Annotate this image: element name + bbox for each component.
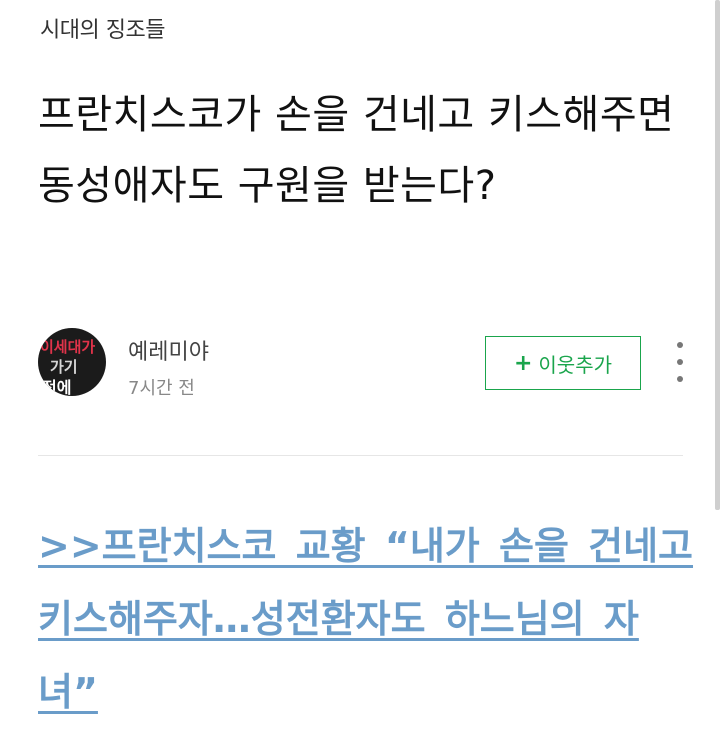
avatar[interactable]: 이세대가 가기 전에 [38,328,106,396]
more-dot [677,359,683,365]
scrollbar[interactable] [715,0,720,510]
vertical-ellipsis-icon[interactable] [670,342,690,382]
author-row: 이세대가 가기 전에 예레미야 7시간 전 + 이웃추가 [38,328,698,400]
plus-icon: + [513,350,533,376]
article-link[interactable]: >>프란치스코 교황 “내가 손을 건네고 키스해주자…성전환자도 하느님의 자… [38,510,698,729]
avatar-text-line-1: 이세대가 [40,338,96,356]
add-neighbor-label: 이웃추가 [538,352,613,377]
avatar-text-line-3: 전에 [42,378,72,396]
post-title: 프란치스코가 손을 건네고 키스해주면 동성애자도 구원을 받는다? [38,92,675,209]
more-dot [677,376,683,382]
blog-category[interactable]: 시대의 징조들 [40,12,165,44]
post-time: 7시간 전 [128,378,195,399]
add-neighbor-button[interactable]: + 이웃추가 [485,336,641,390]
more-dot [677,342,683,348]
divider [38,455,683,456]
author-name[interactable]: 예레미야 [128,334,209,366]
